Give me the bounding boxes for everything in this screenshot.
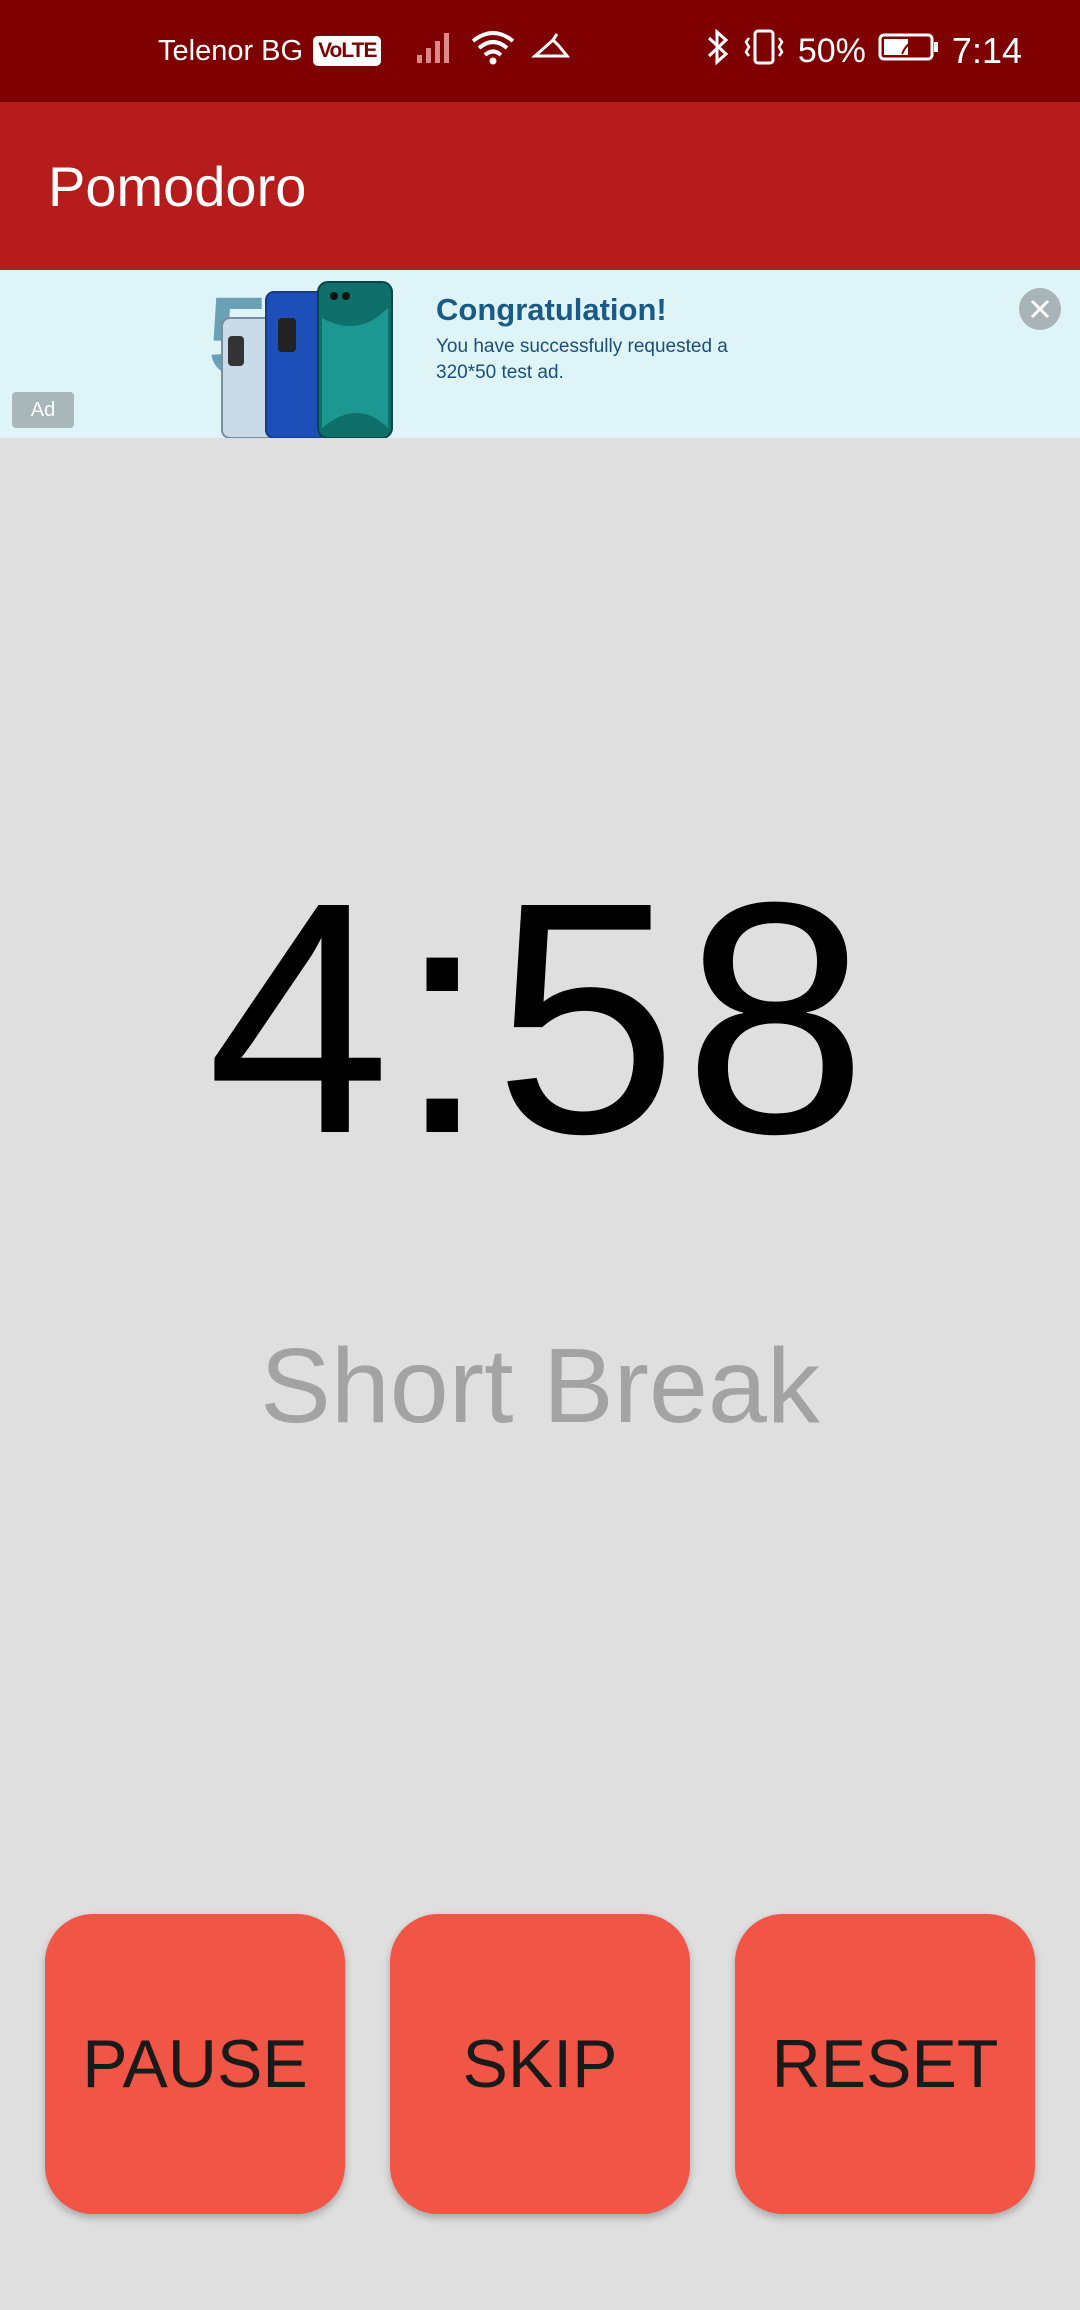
ad-text-line1: You have successfully requested a bbox=[436, 336, 728, 357]
battery-percent: 50% bbox=[797, 31, 866, 70]
timer-display: 4:58 bbox=[206, 833, 874, 1202]
signal-icon bbox=[415, 29, 455, 73]
battery-icon bbox=[878, 32, 940, 71]
ad-phones-image: 5G bbox=[208, 275, 418, 438]
ad-text-line2: 320*50 test ad. bbox=[436, 362, 564, 383]
app-bar: Pomodoro bbox=[0, 102, 1080, 270]
hotspot-icon bbox=[531, 32, 571, 70]
ad-close-button[interactable] bbox=[1019, 288, 1061, 330]
status-bar-left: Telenor BG VoLTE bbox=[158, 0, 571, 102]
timer-mode-label: Short Break bbox=[260, 1327, 820, 1445]
carrier-name: Telenor BG bbox=[158, 34, 304, 67]
reset-button[interactable]: RESET bbox=[735, 1914, 1035, 2214]
vibrate-icon bbox=[742, 28, 786, 75]
bluetooth-icon bbox=[706, 28, 730, 75]
volte-badge: VoLTE bbox=[313, 36, 382, 66]
ad-label: Ad bbox=[12, 392, 74, 428]
clock-time: 7:14 bbox=[951, 30, 1022, 71]
wifi-icon bbox=[471, 29, 515, 73]
skip-button[interactable]: SKIP bbox=[390, 1914, 690, 2214]
status-bar-right: 50% 7:14 bbox=[706, 0, 1022, 102]
app-title: Pomodoro bbox=[48, 154, 307, 218]
close-icon bbox=[1030, 299, 1050, 319]
status-bar: Telenor BG VoLTE 50% 7:14 bbox=[0, 0, 1080, 102]
ad-title: Congratulation! bbox=[436, 292, 667, 327]
pause-button[interactable]: PAUSE bbox=[45, 1914, 345, 2214]
ad-banner[interactable]: 5G Congratulation! You have successfully… bbox=[0, 270, 1080, 438]
